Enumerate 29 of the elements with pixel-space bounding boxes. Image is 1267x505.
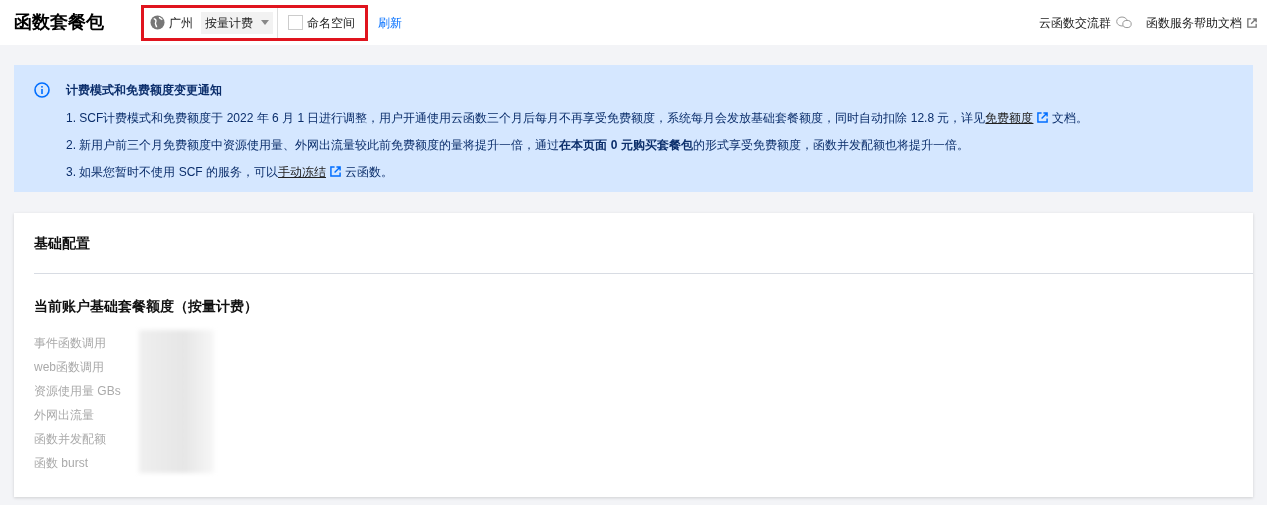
notice-title: 计费模式和免费额度变更通知 <box>66 82 223 99</box>
quota-label: 函数并发配额 <box>34 431 107 448</box>
region-selector[interactable]: 广州 <box>150 13 201 32</box>
notice-text: 3. 如果您暂时不使用 SCF 的服务，可以手动冻结 云函数。 <box>66 164 394 181</box>
notice-link[interactable]: 手动冻结 <box>278 165 326 179</box>
chat-icon <box>1116 16 1132 29</box>
external-link-icon <box>1247 17 1257 28</box>
quota-label: 函数 burst <box>34 455 89 472</box>
notice-text: 1. SCF计费模式和免费额度于 2022 年 6 月 1 日进行调整，用户开通使用云函数三个月后每月不再享受免费额度，系统每月会发放基础套餐额度，同时自动扣除 12.8 元，详见免费额度 文档。 <box>66 110 1089 127</box>
namespace-checkbox[interactable] <box>288 15 303 30</box>
quota-label: 资源使用量 GBs <box>34 383 122 400</box>
quota-label: 事件函数调用 <box>34 335 107 352</box>
checkbox-label: 命名空间 <box>307 14 356 32</box>
external-link-icon <box>1037 112 1049 123</box>
notice-text: 2. 新用户前三个月免费额度中资源使用量、外网出流量较此前免费额度的量将提升一倍，通过在本页面 0 元购买套餐包的形式享受免费额度，函数并发配额也将提升一倍。 <box>66 137 970 154</box>
header-link[interactable]: 云函数交流群 <box>1039 13 1132 32</box>
card-title: 基础配置 <box>34 233 90 253</box>
caret-icon <box>261 20 269 25</box>
quota-label: web函数调用 <box>34 359 105 376</box>
globe-icon <box>150 15 165 30</box>
header-link[interactable]: 函数服务帮助文档 <box>1146 13 1257 32</box>
section-title: 当前账户基础套餐额度（按量计费） <box>34 297 259 316</box>
info-icon <box>34 82 50 98</box>
refresh-link[interactable]: 刷新 <box>378 13 402 32</box>
page-title: 函数套餐包 <box>14 11 104 34</box>
quota-label: 外网出流量 <box>34 407 95 424</box>
billing-mode-dropdown[interactable]: 按量计费 <box>201 11 273 34</box>
notice-link[interactable]: 免费额度 <box>985 111 1034 125</box>
external-link-icon <box>330 166 341 177</box>
